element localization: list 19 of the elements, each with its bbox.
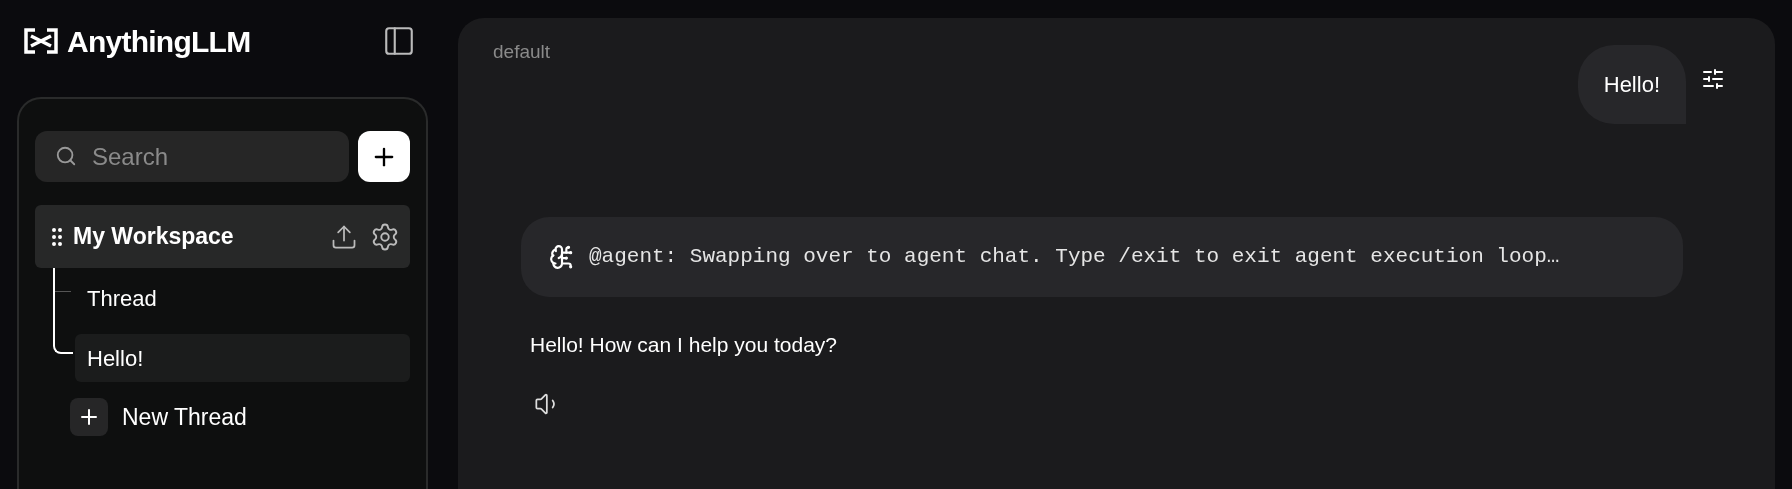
workspace-name: My Workspace	[73, 222, 235, 252]
workspace-label: default	[493, 40, 552, 64]
new-workspace-button[interactable]	[358, 131, 410, 182]
workspace-item[interactable]: My Workspace	[35, 205, 410, 268]
settings-icon[interactable]	[370, 221, 400, 252]
user-message: Hello!	[1577, 44, 1686, 124]
assistant-message: Hello! How can I help you today?	[530, 331, 837, 358]
sliders-icon[interactable]	[1701, 66, 1725, 91]
agent-icon	[549, 243, 575, 270]
agent-status-message: @agent: Swapping over to agent chat. Type /exit to exit agent execution loop…	[589, 243, 1560, 270]
app-name: AnythingLLM	[67, 23, 251, 60]
sidebar-toggle-icon[interactable]	[382, 24, 416, 58]
logo-icon	[23, 28, 59, 54]
search-field[interactable]: Search	[35, 131, 349, 182]
thread-item[interactable]: Thread	[75, 274, 410, 322]
new-thread-button[interactable]: New Thread	[70, 398, 247, 436]
thread-item[interactable]: Hello!	[75, 334, 410, 382]
search-icon	[55, 145, 77, 167]
plus-icon	[70, 398, 108, 436]
